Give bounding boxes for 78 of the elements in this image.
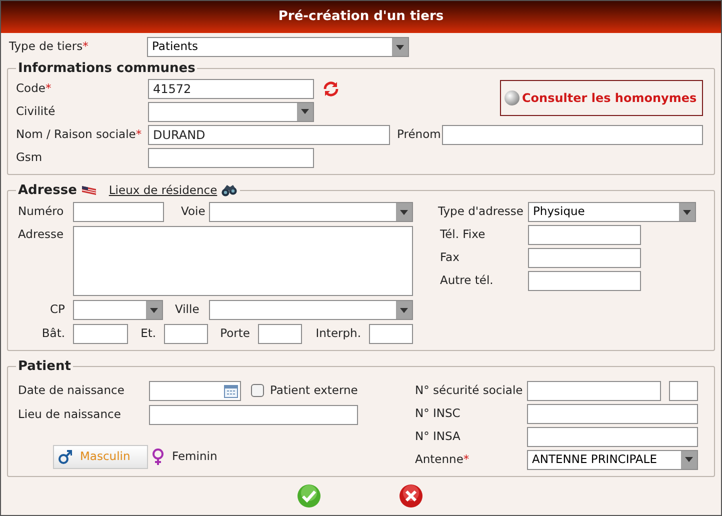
section-title: Patient xyxy=(18,358,71,376)
text-field[interactable] xyxy=(164,324,208,344)
text-field[interactable] xyxy=(527,426,698,446)
field-label: Interph. xyxy=(316,325,361,342)
field-label: Tél. Fixe xyxy=(440,226,486,244)
cancel-button[interactable] xyxy=(399,484,423,508)
field-label: N° INSC xyxy=(415,404,460,422)
field-label: Code* xyxy=(16,80,52,97)
dropdown[interactable]: ANTENNE PRINCIPALE xyxy=(527,450,698,470)
text-field[interactable] xyxy=(258,324,302,344)
dropdown[interactable]: Physique xyxy=(528,202,696,222)
refresh-icon xyxy=(322,80,340,96)
dropdown[interactable] xyxy=(209,300,413,320)
window-title: Pré-création d'un tiers xyxy=(278,8,444,26)
field-label: Prénom xyxy=(397,126,441,143)
section-title: Informations communes xyxy=(18,60,196,78)
checkbox-label: Patient externe xyxy=(270,382,358,399)
checkmark-icon xyxy=(297,484,321,508)
field-label: Antenne* xyxy=(415,450,470,468)
field-label: Fax xyxy=(440,249,460,266)
address-textarea[interactable] xyxy=(73,226,413,296)
field-label: Gsm xyxy=(16,148,42,166)
field-label: Bât. xyxy=(42,325,65,342)
field-label: CP xyxy=(50,301,65,318)
dropdown-arrow-icon xyxy=(396,44,404,50)
field-label: Voie xyxy=(181,203,206,220)
text-field[interactable] xyxy=(669,380,698,400)
dropdown-arrow-icon xyxy=(150,308,158,312)
binoculars-icon xyxy=(221,184,238,197)
field-label: Nom / Raison sociale* xyxy=(16,126,142,143)
calendar-icon xyxy=(224,384,238,398)
text-field[interactable] xyxy=(73,202,164,222)
text-field[interactable] xyxy=(527,404,698,424)
dropdown[interactable] xyxy=(209,202,413,222)
consult-homonyms-button[interactable]: Consulter les homonymes xyxy=(500,80,703,116)
field-label: Type d'adresse xyxy=(438,203,524,220)
orb-icon xyxy=(504,90,520,106)
text-field[interactable] xyxy=(369,324,413,344)
field-label: Civilité xyxy=(16,102,56,120)
field-label: Numéro xyxy=(18,203,64,220)
gender-option[interactable]: Feminin xyxy=(148,444,222,468)
field-label: N° sécurité sociale xyxy=(415,382,523,399)
female-symbol-icon xyxy=(152,448,164,466)
dropdown-arrow-icon xyxy=(400,308,408,312)
text-field[interactable] xyxy=(528,271,641,291)
dropdown[interactable]: Patients xyxy=(147,37,409,57)
date-field[interactable] xyxy=(149,380,241,400)
text-field[interactable] xyxy=(148,148,314,168)
dropdown-arrow-icon xyxy=(400,210,408,214)
residence-link[interactable]: Lieux de résidence xyxy=(108,182,218,199)
flag-icon xyxy=(80,184,97,196)
field-label: Adresse xyxy=(18,226,64,243)
text-field[interactable] xyxy=(527,380,661,400)
text-field[interactable]: 41572 xyxy=(148,78,314,98)
text-field[interactable] xyxy=(528,225,641,245)
text-field[interactable] xyxy=(73,324,128,344)
confirm-button[interactable] xyxy=(297,484,321,508)
field-label: Et. xyxy=(140,325,156,342)
field-label: Lieu de naissance xyxy=(18,406,121,423)
field-label: Date de naissance xyxy=(18,382,124,399)
close-icon xyxy=(399,484,423,508)
field-label: Autre tél. xyxy=(440,272,494,290)
text-field[interactable] xyxy=(528,248,641,268)
field-label: N° INSA xyxy=(415,428,460,445)
male-symbol-icon xyxy=(58,448,72,464)
field-label: Porte xyxy=(220,325,250,342)
text-field[interactable]: DURAND xyxy=(148,124,390,144)
dropdown-arrow-icon xyxy=(685,457,693,462)
dropdown-arrow-icon xyxy=(301,109,309,114)
field-label: Type de tiers* xyxy=(9,38,88,56)
text-field[interactable] xyxy=(149,404,358,424)
section-title: Adresse xyxy=(18,182,77,200)
checkbox[interactable] xyxy=(251,384,264,397)
field-label: Ville xyxy=(175,301,200,318)
dropdown-arrow-icon xyxy=(683,210,691,214)
dropdown[interactable] xyxy=(148,102,314,122)
text-field[interactable] xyxy=(442,124,703,144)
dropdown[interactable] xyxy=(73,300,163,320)
